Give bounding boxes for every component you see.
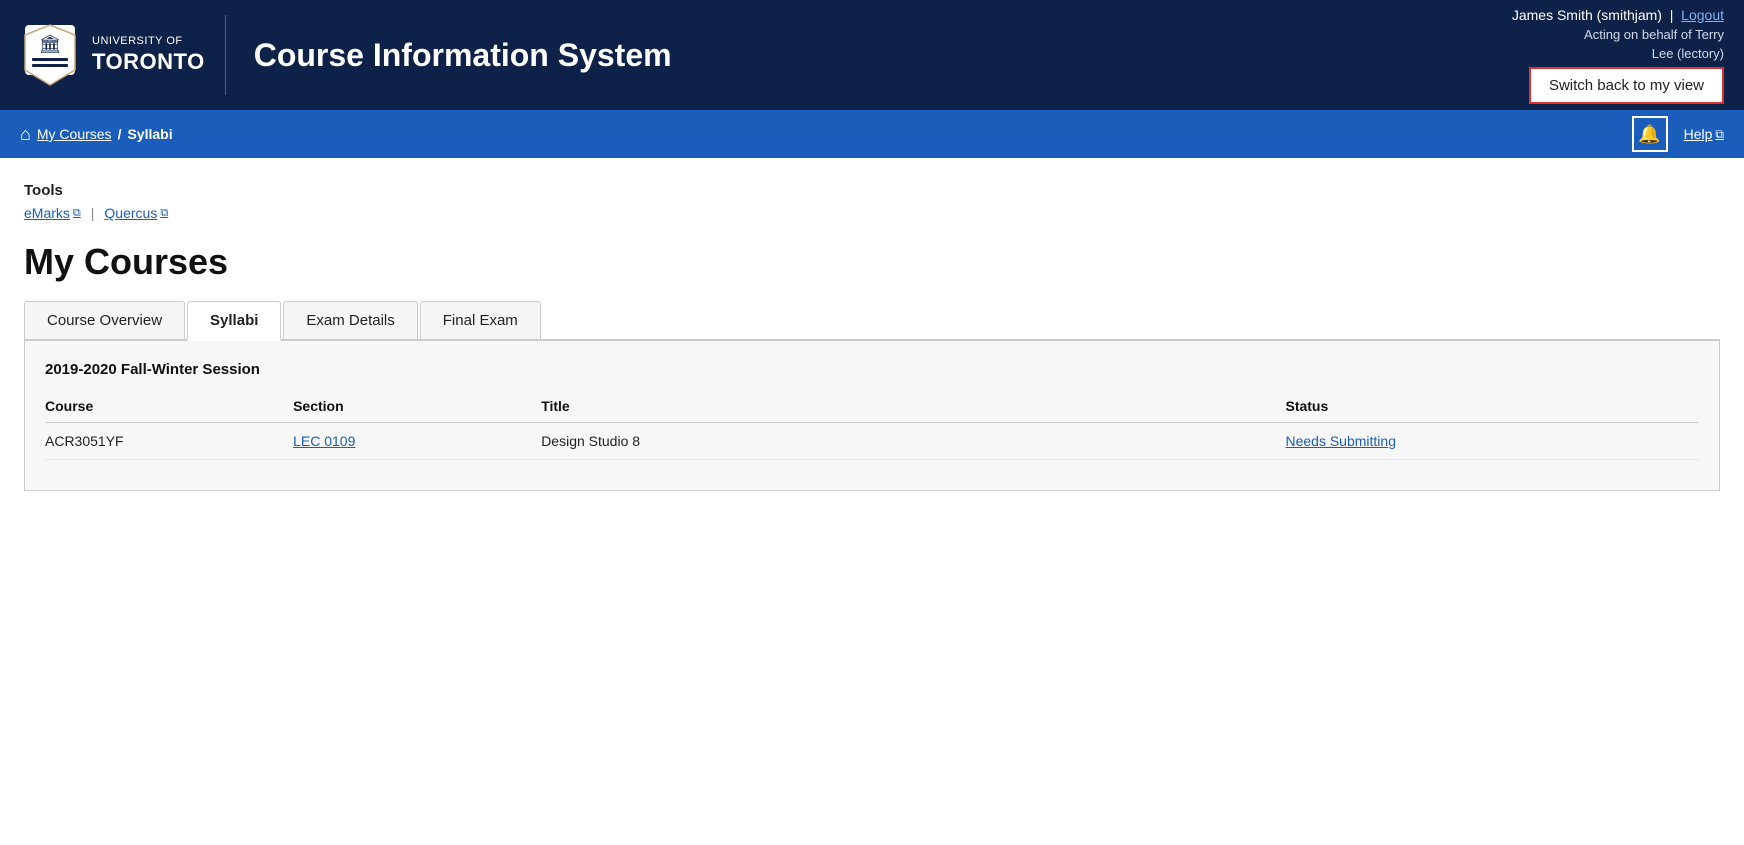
help-link[interactable]: Help ⧉ — [1684, 126, 1724, 142]
emarks-label: eMarks — [24, 205, 70, 221]
cell-section: LEC 0109 — [293, 423, 541, 460]
help-label: Help — [1684, 126, 1713, 142]
help-external-icon: ⧉ — [1715, 127, 1724, 142]
tab-course-overview[interactable]: Course Overview — [24, 301, 185, 339]
emarks-link[interactable]: eMarks ⧉ — [24, 205, 81, 221]
breadcrumb: ⌂ My Courses / Syllabi — [20, 124, 173, 145]
col-header-section: Section — [293, 392, 541, 423]
course-table: Course Section Title Status ACR3051YF LE… — [45, 392, 1699, 460]
quercus-link[interactable]: Quercus ⧉ — [104, 205, 168, 221]
switch-back-button[interactable]: Switch back to my view — [1529, 67, 1724, 104]
logout-link[interactable]: Logout — [1681, 7, 1724, 23]
uoft-logo-icon: 🏛 — [20, 20, 80, 90]
quercus-external-icon: ⧉ — [160, 207, 168, 220]
user-name-label: James Smith (smithjam) — [1512, 7, 1662, 23]
notification-bell-button[interactable]: 🔔 — [1632, 116, 1668, 152]
breadcrumb-my-courses-link[interactable]: My Courses — [37, 126, 112, 142]
acting-on-behalf-line1: Acting on behalf of Terry — [1584, 27, 1724, 42]
logo-area: 🏛 UNIVERSITY OF TORONTO — [20, 15, 226, 95]
cell-course: ACR3051YF — [45, 423, 293, 460]
svg-text:🏛: 🏛 — [39, 34, 62, 54]
section-link[interactable]: LEC 0109 — [293, 433, 355, 449]
col-header-course: Course — [45, 392, 293, 423]
header-user-line: James Smith (smithjam) | Logout — [1512, 7, 1724, 23]
tools-label: Tools — [24, 182, 1720, 199]
bell-icon: 🔔 — [1638, 124, 1660, 145]
page-heading: My Courses — [24, 241, 1720, 283]
tabs: Course Overview Syllabi Exam Details Fin… — [24, 301, 1720, 341]
breadcrumb-separator: / — [118, 126, 122, 142]
tab-syllabi[interactable]: Syllabi — [187, 301, 281, 341]
table-row: ACR3051YF LEC 0109 Design Studio 8 Needs… — [45, 423, 1699, 460]
header-right: James Smith (smithjam) | Logout Acting o… — [1512, 7, 1724, 104]
header: 🏛 UNIVERSITY OF TORONTO Course Informati… — [0, 0, 1744, 110]
cell-title: Design Studio 8 — [541, 423, 1285, 460]
cell-status: Needs Submitting — [1285, 423, 1699, 460]
logo-text: UNIVERSITY OF TORONTO — [92, 34, 205, 77]
quercus-label: Quercus — [104, 205, 157, 221]
tab-exam-details[interactable]: Exam Details — [283, 301, 417, 339]
col-header-status: Status — [1285, 392, 1699, 423]
table-panel: 2019-2020 Fall-Winter Session Course Sec… — [24, 341, 1720, 491]
table-header-row: Course Section Title Status — [45, 392, 1699, 423]
session-label: 2019-2020 Fall-Winter Session — [45, 361, 1699, 378]
home-icon: ⌂ — [20, 124, 31, 145]
navbar: ⌂ My Courses / Syllabi 🔔 Help ⧉ — [0, 110, 1744, 158]
tools-section: Tools eMarks ⧉ | Quercus ⧉ — [24, 182, 1720, 221]
navbar-right: 🔔 Help ⧉ — [1632, 116, 1724, 152]
tab-final-exam[interactable]: Final Exam — [420, 301, 541, 339]
acting-on-behalf-line2: Lee (lectory) — [1652, 46, 1724, 61]
breadcrumb-current: Syllabi — [127, 126, 172, 142]
tools-links: eMarks ⧉ | Quercus ⧉ — [24, 205, 1720, 221]
main-content: Tools eMarks ⧉ | Quercus ⧉ My Courses Co… — [0, 158, 1744, 491]
tools-divider: | — [91, 205, 95, 221]
emarks-external-icon: ⧉ — [73, 207, 81, 220]
status-link[interactable]: Needs Submitting — [1285, 433, 1396, 449]
col-header-title: Title — [541, 392, 1285, 423]
system-title: Course Information System — [254, 37, 1512, 74]
